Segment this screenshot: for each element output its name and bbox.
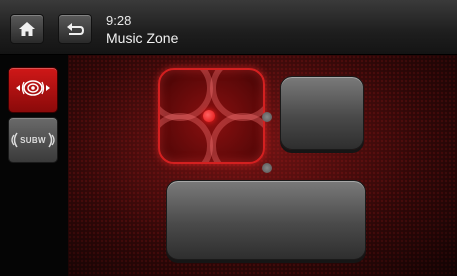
surround-zone-icon — [13, 77, 53, 104]
listening-position-dot[interactable] — [203, 110, 215, 122]
page-title: Music Zone — [106, 30, 179, 46]
subwoofer-label: SUBW — [20, 135, 46, 145]
sidebar-item-subwoofer[interactable]: SUBW — [8, 117, 58, 163]
drag-handle[interactable] — [262, 112, 272, 122]
home-button[interactable] — [10, 14, 44, 44]
drag-handle[interactable] — [262, 163, 272, 173]
subwoofer-icon: SUBW — [10, 131, 56, 149]
sidebar-item-zone[interactable] — [8, 67, 58, 113]
speaker-zone-front-right[interactable] — [280, 76, 364, 150]
speaker-zone-rear[interactable] — [166, 180, 366, 260]
back-icon — [65, 22, 85, 36]
top-bar: 9:28 Music Zone — [0, 0, 457, 55]
sidebar: SUBW — [0, 55, 68, 276]
clock-time: 9:28 — [106, 13, 132, 28]
back-button[interactable] — [58, 14, 92, 44]
music-zone-screen: 9:28 Music Zone SUBW — [0, 0, 457, 276]
home-icon — [18, 21, 36, 37]
